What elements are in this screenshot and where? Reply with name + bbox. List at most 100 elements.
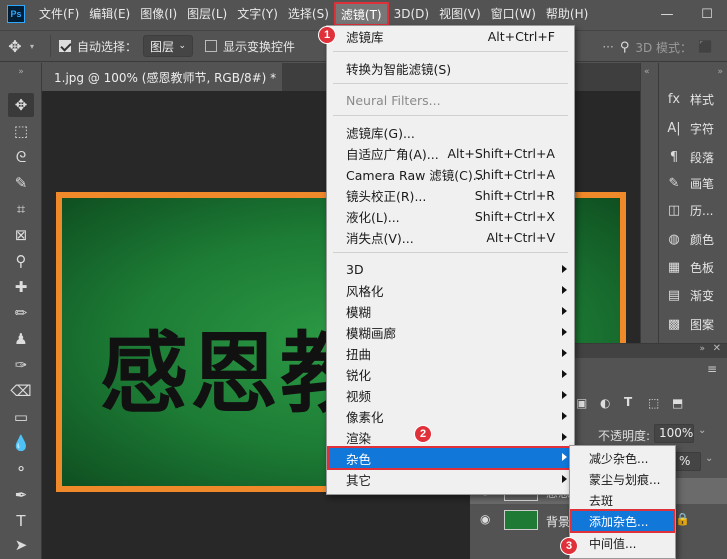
eraser-tool-icon[interactable]: ⌫ — [8, 379, 34, 403]
menu-window[interactable]: 窗口(W) — [486, 0, 541, 28]
pen-tool-icon[interactable]: ✒ — [8, 483, 34, 507]
auto-select-checkbox[interactable] — [59, 40, 72, 52]
maximize-icon[interactable]: ☐ — [687, 0, 727, 28]
panel-color[interactable]: ◍ 颜色 — [659, 225, 727, 254]
panel-patterns[interactable]: ▩ 图案 — [659, 310, 727, 339]
panel-paragraph[interactable]: ¶ 段落 — [659, 143, 727, 172]
opacity-input[interactable]: 100% — [654, 424, 694, 443]
healing-brush-tool-icon[interactable]: ✚ — [8, 275, 34, 299]
panel-brushes[interactable]: ✎ 画笔 — [659, 169, 727, 198]
menu-item-median[interactable]: 中间值... — [571, 533, 674, 554]
menu-item-shortcut: Alt+Ctrl+F — [487, 29, 555, 44]
menu-item-liquify[interactable]: 液化(L)... Shift+Ctrl+X — [328, 206, 573, 227]
menu-item-vanishing-point[interactable]: 消失点(V)... Alt+Ctrl+V — [328, 227, 573, 248]
panel-styles[interactable]: fx 样式 — [659, 85, 727, 114]
collapse-icon[interactable]: « — [644, 67, 650, 77]
move-tool-icon[interactable]: ✥ — [0, 37, 30, 56]
menu-item-stylize[interactable]: 风格化 — [328, 280, 573, 301]
menu-item-filter-gallery-last[interactable]: 滤镜库 Alt+Ctrl+F — [328, 26, 573, 47]
menu-item-camera-raw[interactable]: Camera Raw 滤镜(C)... Shift+Ctrl+A — [328, 164, 573, 185]
menu-item-sharpen[interactable]: 锐化 — [328, 364, 573, 385]
menu-image[interactable]: 图像(I) — [135, 0, 182, 28]
menu-item-blur[interactable]: 模糊 — [328, 301, 573, 322]
menu-item-label: 其它 — [346, 473, 372, 488]
menu-item-blur-gallery[interactable]: 模糊画廊 — [328, 322, 573, 343]
menu-item-convert-smart-filters[interactable]: 转换为智能滤镜(S) — [328, 58, 573, 79]
collapse-icon[interactable]: » — [8, 67, 34, 77]
menu-select[interactable]: 选择(S) — [283, 0, 334, 28]
menu-item-lens-correction[interactable]: 镜头校正(R)... Shift+Ctrl+R — [328, 185, 573, 206]
menu-item-distort[interactable]: 扭曲 — [328, 343, 573, 364]
panel-swatches[interactable]: ▦ 色板 — [659, 253, 727, 282]
menu-file[interactable]: 文件(F) — [34, 0, 84, 28]
menu-help[interactable]: 帮助(H) — [541, 0, 593, 28]
frame-tool-icon[interactable]: ⊠ — [8, 223, 34, 247]
menu-item-despeckle[interactable]: 去斑 — [571, 490, 674, 511]
collapse-icon[interactable]: » — [699, 344, 705, 354]
marquee-tool-icon[interactable]: ⬚ — [8, 119, 34, 143]
path-select-tool-icon[interactable]: ➤ — [8, 533, 34, 557]
clone-stamp-tool-icon[interactable]: ♟ — [8, 327, 34, 351]
eyedropper-tool-icon[interactable]: ⚲ — [8, 249, 34, 273]
menu-layer[interactable]: 图层(L) — [182, 0, 232, 28]
panel-menu-icon[interactable]: ≡ — [707, 362, 717, 376]
menu-type[interactable]: 文字(Y) — [232, 0, 283, 28]
menu-item-shortcut: Alt+Shift+Ctrl+A — [447, 146, 555, 161]
more-options-icon[interactable]: ··· — [602, 40, 613, 54]
document-tab[interactable]: 1.jpg @ 100% (感恩教师节, RGB/8#) * — [42, 63, 282, 91]
menu-item-adaptive-wide-angle[interactable]: 自适应广角(A)... Alt+Shift+Ctrl+A — [328, 143, 573, 164]
move-tool-icon[interactable]: ✥ — [8, 93, 34, 117]
fill-value: % — [679, 454, 691, 468]
filter-pixel-icon[interactable]: ▣ — [576, 396, 587, 410]
quick-select-tool-icon[interactable]: ✎ — [8, 171, 34, 195]
lock-icon[interactable]: 🔒 — [675, 512, 690, 526]
menu-bar: Ps 文件(F) 编辑(E) 图像(I) 图层(L) 文字(Y) 选择(S) 滤… — [0, 0, 727, 28]
menu-item-add-noise[interactable]: 添加杂色... — [570, 509, 675, 533]
gradient-tool-icon[interactable]: ▭ — [8, 405, 34, 429]
menu-item-reduce-noise[interactable]: 减少杂色... — [571, 448, 674, 469]
lasso-tool-icon[interactable]: ᘓ — [8, 145, 34, 169]
panel-character[interactable]: A| 字符 — [659, 114, 727, 143]
crop-tool-icon[interactable]: ⌗ — [8, 197, 34, 221]
menu-item-label: 减少杂色... — [589, 452, 649, 466]
minimize-icon[interactable]: — — [647, 0, 687, 28]
menu-item-filter-gallery[interactable]: 滤镜库(G)... — [328, 122, 573, 143]
menu-item-label: 镜头校正(R)... — [346, 189, 427, 204]
close-icon[interactable]: ✕ — [713, 343, 721, 354]
filter-shape-icon[interactable]: ⬚ — [648, 396, 659, 410]
search-icon[interactable]: ⚲ — [620, 40, 630, 55]
filter-smart-object-icon[interactable]: ⬒ — [672, 396, 683, 410]
camera-icon[interactable]: ⬛ — [698, 40, 713, 54]
divider — [333, 83, 568, 84]
filter-adjustment-icon[interactable]: ◐ — [600, 396, 610, 410]
submenu-arrow-icon — [562, 391, 567, 399]
menu-edit[interactable]: 编辑(E) — [84, 0, 135, 28]
menu-item-dust-scratches[interactable]: 蒙尘与划痕... — [571, 469, 674, 490]
chevron-down-icon[interactable]: ⌄ — [698, 425, 706, 436]
filter-type-icon[interactable]: T — [624, 395, 632, 409]
collapse-icon[interactable]: » — [717, 67, 723, 77]
blur-tool-icon[interactable]: 💧 — [8, 431, 34, 455]
menu-item-pixelate[interactable]: 像素化 — [328, 406, 573, 427]
menu-item-render[interactable]: 渲染 — [328, 427, 573, 448]
menu-3d[interactable]: 3D(D) — [389, 0, 434, 28]
menu-filter[interactable]: 滤镜(T) — [333, 2, 389, 26]
chevron-down-icon[interactable]: ⌄ — [705, 453, 713, 464]
menu-item-video[interactable]: 视频 — [328, 385, 573, 406]
menu-view[interactable]: 视图(V) — [434, 0, 486, 28]
panel-label: 样式 — [690, 93, 715, 107]
eye-icon[interactable]: ◉ — [480, 512, 490, 526]
panel-gradients[interactable]: ▤ 渐变 — [659, 281, 727, 310]
menu-item-other[interactable]: 其它 — [328, 469, 573, 490]
menu-item-3d[interactable]: 3D — [328, 259, 573, 280]
dodge-tool-icon[interactable]: ⚬ — [8, 457, 34, 481]
fill-input[interactable]: % — [675, 452, 701, 471]
show-transform-checkbox[interactable] — [205, 40, 218, 52]
brush-tool-icon[interactable]: ✏ — [8, 301, 34, 325]
chevron-down-icon[interactable]: ▾ — [30, 42, 34, 51]
panel-history[interactable]: ◫ 历... — [659, 196, 727, 225]
history-brush-tool-icon[interactable]: ✑ — [8, 353, 34, 377]
type-tool-icon[interactable]: T — [8, 509, 34, 533]
menu-item-noise[interactable]: 杂色 — [327, 446, 574, 470]
auto-select-target-dropdown[interactable]: 图层 ⌄ — [143, 35, 194, 57]
